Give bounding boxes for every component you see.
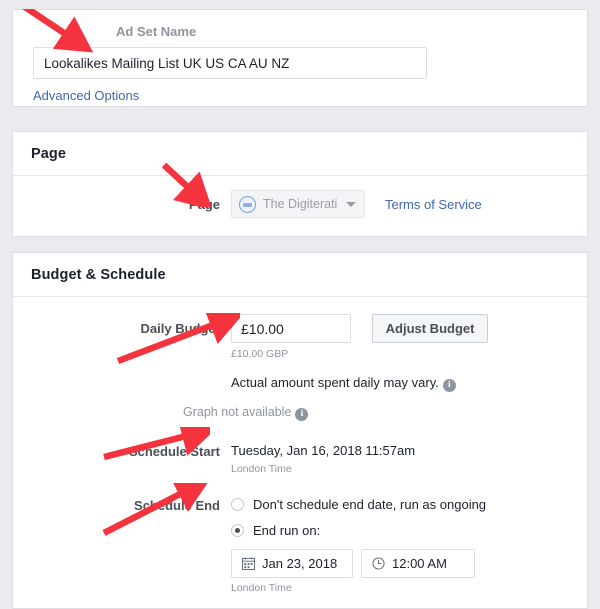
clock-icon [372,557,385,570]
radio-option-ongoing[interactable]: Don't schedule end date, run as ongoing [231,497,587,512]
info-icon[interactable]: i [442,379,456,392]
end-time-field[interactable]: 12:00 AM [361,549,475,578]
graph-info-icon[interactable]: i [295,408,309,421]
page-select-dropdown[interactable]: The Digiterati [231,190,366,218]
radio-ongoing-label: Don't schedule end date, run as ongoing [253,497,487,512]
schedule-start-value: Tuesday, Jan 16, 2018 11:57am [231,443,416,458]
graph-note-spacer [13,392,183,421]
budget-schedule-panel: Budget & Schedule Daily Budget Adjust Bu… [12,252,588,609]
page-select-value: The Digiterati [263,197,338,211]
radio-option-end-on[interactable]: End run on: [231,523,587,538]
schedule-end-label: Schedule End [134,498,220,513]
end-datetime-row: Jan 23, 2018 12:00 AM [231,549,587,578]
schedule-start-label: Schedule Start [128,444,220,459]
end-time-value: 12:00 AM [392,556,447,571]
budget-schedule-title: Budget & Schedule [31,267,166,283]
spend-note-row: Actual amount spent daily may vary. i [13,360,587,392]
schedule-end-timezone: London Time [231,582,292,594]
end-date-field[interactable]: Jan 23, 2018 [231,549,353,578]
terms-of-service-link[interactable]: Terms of Service [385,197,482,212]
page-panel-header: Page [13,132,587,176]
ad-set-name-label-row: Ad Set Name [13,10,587,39]
page-panel-title: Page [31,146,67,162]
radio-end-on-label: End run on: [253,523,321,538]
schedule-start-row: Schedule Start Tuesday, Jan 16, 2018 11:… [13,443,587,475]
page-avatar-icon [239,195,256,213]
ad-set-name-label: Ad Set Name [116,24,197,39]
graph-note-text: Graph not available [183,405,292,419]
spend-note-spacer [13,360,231,392]
ad-set-name-body: Ad Set Name Advanced Options [13,10,587,103]
daily-budget-control: Adjust Budget £10.00 GBP [231,314,587,360]
advanced-options-link[interactable]: Advanced Options [33,88,139,103]
page-field-label: Page [188,197,220,212]
page-panel-body: Page The Digiterati Terms of Service [13,176,587,236]
ad-set-name-panel: Ad Set Name Advanced Options [12,9,588,107]
calendar-icon [242,557,255,570]
page-field-control: The Digiterati Terms of Service [231,190,587,218]
page-field-row: Page The Digiterati Terms of Service [13,190,587,218]
daily-budget-label: Daily Budget [140,321,220,336]
schedule-end-row: Schedule End Don't schedule end date, ru… [13,497,587,594]
schedule-start-control: Tuesday, Jan 16, 2018 11:57am London Tim… [231,443,587,475]
graph-note-wrapper: Graph not available i [183,405,309,421]
budget-schedule-body: Daily Budget Adjust Budget £10.00 GBP Ac… [13,297,587,608]
daily-budget-input[interactable] [231,314,351,343]
end-date-value: Jan 23, 2018 [262,556,338,571]
radio-ongoing-input[interactable] [231,498,244,511]
chevron-down-icon [346,201,357,207]
ad-set-name-input[interactable] [33,47,427,79]
currency-note: £10.00 GBP [231,348,289,360]
spend-note-wrapper: Actual amount spent daily may vary. i [231,375,456,392]
graph-note-row: Graph not available i [13,392,587,421]
spend-note-text: Actual amount spent daily may vary. [231,375,439,390]
adjust-budget-button[interactable]: Adjust Budget [371,314,489,343]
daily-budget-row: Daily Budget Adjust Budget £10.00 GBP [13,314,587,360]
schedule-end-control: Don't schedule end date, run as ongoing … [231,497,587,594]
radio-end-on-input[interactable] [231,524,244,537]
page-panel: Page Page The Digiterati Terms of Servic… [12,131,588,237]
schedule-start-timezone: London Time [231,463,292,475]
budget-schedule-header: Budget & Schedule [13,253,587,297]
